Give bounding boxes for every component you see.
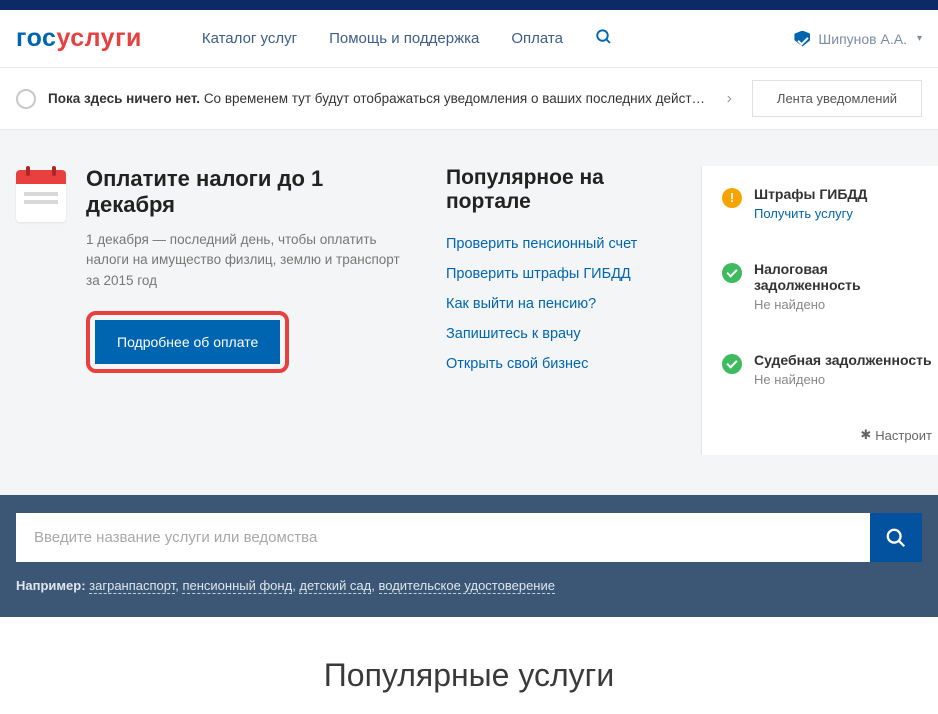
popular-services-heading: Популярные услуги bbox=[0, 617, 938, 714]
notice-bar: Пока здесь ничего нет. Со временем тут б… bbox=[0, 68, 938, 130]
popular-title: Популярное на портале bbox=[446, 166, 671, 214]
configure-label: Настроит bbox=[875, 428, 932, 443]
example-link-0[interactable]: загранпаспорт bbox=[89, 578, 175, 594]
configure-link[interactable]: ✱ Настроит bbox=[860, 427, 938, 443]
user-name: Шипунов А.А. bbox=[818, 31, 907, 47]
side-sub-2: Не найдено bbox=[754, 372, 932, 387]
search-button[interactable] bbox=[870, 513, 922, 562]
side-title-2: Судебная задолженность bbox=[754, 352, 932, 368]
side-panel: Штрафы ГИБДД Получить услугу Налоговая з… bbox=[701, 166, 938, 455]
search-section: Например: загранпаспорт, пенсионный фонд… bbox=[0, 495, 938, 617]
promo-desc: 1 декабря — последний день, чтобы оплати… bbox=[86, 230, 416, 291]
side-title-0: Штрафы ГИБДД bbox=[754, 186, 867, 202]
search-input[interactable] bbox=[16, 513, 870, 562]
popular-links: Проверить пенсионный счет Проверить штра… bbox=[446, 236, 671, 372]
search-icon bbox=[885, 527, 907, 549]
check-icon bbox=[722, 354, 742, 374]
popular-link-1[interactable]: Проверить штрафы ГИБДД bbox=[446, 266, 671, 282]
promo-title: Оплатите налоги до 1 декабря bbox=[86, 166, 416, 218]
popular-link-4[interactable]: Открыть свой бизнес bbox=[446, 356, 671, 372]
side-item-tax[interactable]: Налоговая задолженность Не найдено bbox=[722, 261, 938, 312]
search-examples: Например: загранпаспорт, пенсионный фонд… bbox=[16, 578, 922, 593]
promo-block: Оплатите налоги до 1 декабря 1 декабря —… bbox=[16, 166, 416, 455]
shield-icon bbox=[794, 31, 810, 47]
side-sub-1: Не найдено bbox=[754, 297, 938, 312]
examples-label: Например: bbox=[16, 578, 86, 593]
example-link-2[interactable]: детский сад bbox=[299, 578, 371, 594]
logo-part2: услуги bbox=[56, 24, 141, 52]
notice-text: Пока здесь ничего нет. Со временем тут б… bbox=[48, 91, 707, 106]
popular-link-3[interactable]: Запишитесь к врачу bbox=[446, 326, 671, 342]
popular-link-2[interactable]: Как выйти на пенсию? bbox=[446, 296, 671, 312]
promo-button[interactable]: Подробнее об оплате bbox=[95, 320, 280, 364]
main-nav: Каталог услуг Помощь и поддержка Оплата bbox=[202, 28, 613, 49]
nav-payment[interactable]: Оплата bbox=[511, 30, 563, 47]
feed-button[interactable]: Лента уведомлений bbox=[752, 80, 922, 117]
example-link-3[interactable]: водительское удостоверение bbox=[379, 578, 555, 594]
notice-status-icon bbox=[16, 89, 36, 109]
popular-block: Популярное на портале Проверить пенсионн… bbox=[446, 166, 671, 455]
side-title-1: Налоговая задолженность bbox=[754, 261, 938, 293]
logo-part1: гос bbox=[16, 24, 56, 52]
notice-rest: Со временем тут будут отображаться уведо… bbox=[204, 91, 707, 106]
example-link-1[interactable]: пенсионный фонд bbox=[182, 578, 292, 594]
nav-help[interactable]: Помощь и поддержка bbox=[329, 30, 479, 47]
site-logo[interactable]: госуслуги bbox=[16, 24, 142, 53]
nav-catalog[interactable]: Каталог услуг bbox=[202, 30, 297, 47]
side-item-fines[interactable]: Штрафы ГИБДД Получить услугу bbox=[722, 186, 938, 221]
main-content: Оплатите налоги до 1 декабря 1 декабря —… bbox=[0, 130, 938, 495]
notice-next-arrow[interactable]: › bbox=[719, 90, 740, 108]
check-icon bbox=[722, 263, 742, 283]
search-icon[interactable] bbox=[595, 28, 613, 49]
notice-bold: Пока здесь ничего нет. bbox=[48, 91, 200, 106]
side-item-court[interactable]: Судебная задолженность Не найдено bbox=[722, 352, 938, 387]
top-bar bbox=[0, 0, 938, 10]
search-row bbox=[16, 513, 922, 562]
gear-icon: ✱ bbox=[860, 427, 871, 443]
calendar-icon bbox=[16, 170, 66, 222]
side-sub-0[interactable]: Получить услугу bbox=[754, 206, 867, 221]
promo-button-highlight: Подробнее об оплате bbox=[86, 311, 289, 373]
chevron-down-icon: ▾ bbox=[917, 33, 922, 44]
user-menu[interactable]: Шипунов А.А. ▾ bbox=[794, 31, 922, 47]
warning-icon bbox=[722, 188, 742, 208]
header: госуслуги Каталог услуг Помощь и поддерж… bbox=[0, 10, 938, 68]
popular-link-0[interactable]: Проверить пенсионный счет bbox=[446, 236, 671, 252]
